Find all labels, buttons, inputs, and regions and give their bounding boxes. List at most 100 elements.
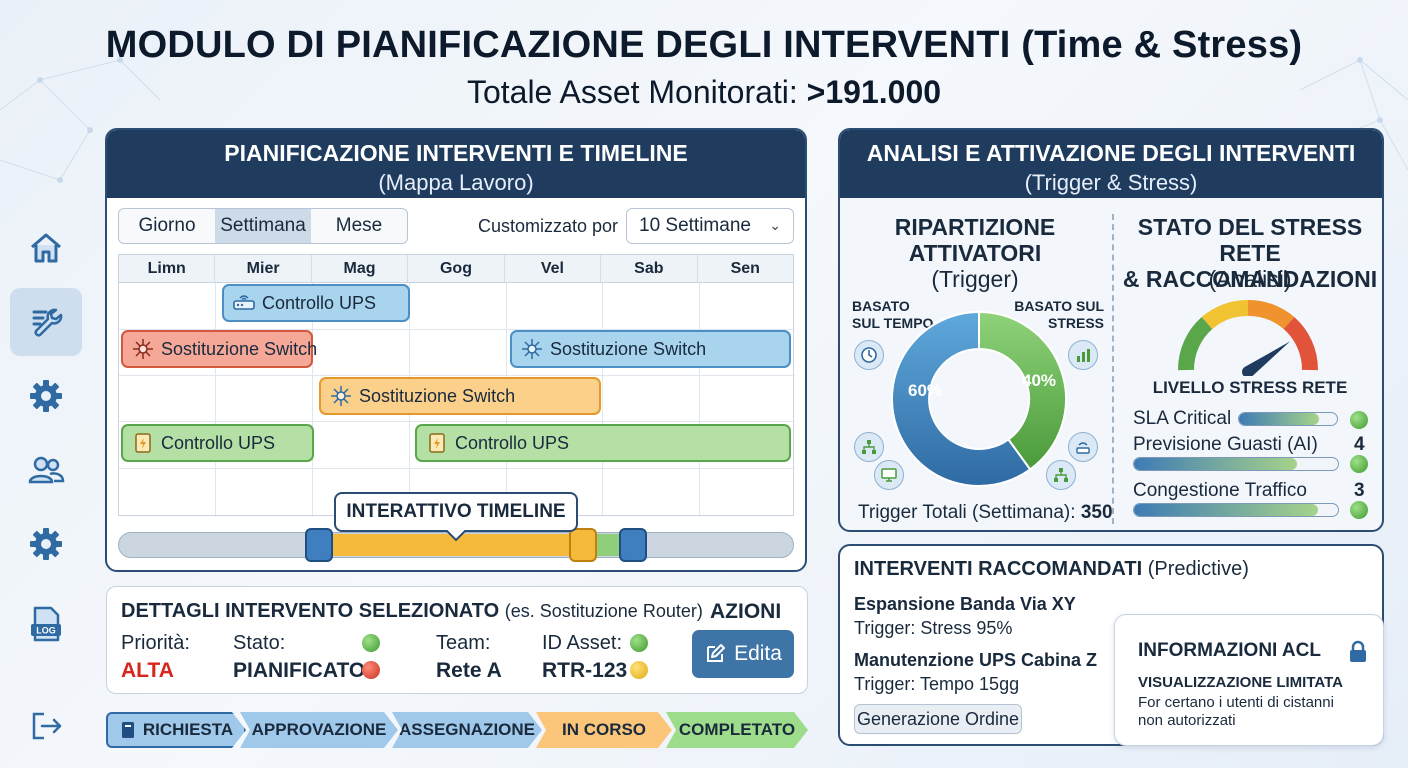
network-icon	[1046, 460, 1076, 490]
day-header: Gog	[408, 255, 505, 282]
gauge-segment-red	[1283, 317, 1319, 371]
notebook-icon	[119, 721, 137, 739]
clock-icon	[854, 340, 884, 370]
planning-panel-header: PIANIFICAZIONE INTERVENTI E TIMELINE (Ma…	[107, 130, 805, 198]
task-controllo-ups-2[interactable]: Controllo UPS	[121, 424, 314, 462]
workflow-step-label: RICHIESTA	[142, 720, 234, 739]
timeline-handle-start[interactable]	[305, 528, 333, 562]
analysis-title: ANALISI E ATTIVAZIONE DEGLI INTERVENTI	[866, 140, 1356, 166]
acl-text-line2: non autorizzati	[1138, 712, 1236, 729]
workflow-step-label: COMPLETATO	[678, 720, 796, 739]
edit-icon	[707, 644, 726, 662]
task-sostituzione-switch-2[interactable]: Sostituzione Switch	[510, 330, 791, 368]
view-month-tab[interactable]: Mese	[311, 209, 407, 243]
gear-icon	[30, 380, 62, 412]
triggers-title-line2: ATTIVATORI	[908, 240, 1042, 266]
gauge-segment-yellow	[1201, 300, 1249, 330]
workflow-step-completato[interactable]: COMPLETATO	[666, 712, 808, 748]
network-switch-icon	[331, 386, 351, 406]
view-selector: Giorno Settimana Mese	[118, 208, 408, 244]
workflow-step-approvazione[interactable]: APPROVAZIONE	[240, 712, 398, 748]
workflow-step-label: IN CORSO	[561, 720, 647, 739]
task-controllo-ups-3[interactable]: Controllo UPS	[415, 424, 791, 462]
chevron-down-icon: ⌄	[769, 217, 781, 233]
sidebar-item-users[interactable]	[10, 436, 82, 504]
status-dot-green	[362, 634, 380, 652]
sidebar-item-home[interactable]	[10, 214, 82, 282]
metric-bar-fill	[1134, 504, 1318, 516]
task-sostituzione-switch-3[interactable]: Sostituzione Switch	[319, 377, 601, 415]
trigger-total-value: 350	[1080, 502, 1113, 523]
gauge-segment-orange	[1247, 300, 1295, 330]
generate-order-label: Generazione Ordine	[856, 708, 1020, 729]
metric-label: Previsione Guasti (AI)	[1133, 434, 1318, 455]
task-label: Sostituzione Switch	[550, 338, 707, 359]
task-sostituzione-switch-1[interactable]: Sostituzione Switch	[121, 330, 317, 368]
stress-gauge	[1177, 300, 1319, 376]
details-title: DETTAGLI INTERVENTO SELEZIONATO	[121, 600, 500, 622]
view-week-tab[interactable]: Settimana	[215, 209, 311, 243]
workflow-step-label: APPROVAZIONE	[251, 720, 387, 739]
grid-line	[119, 375, 795, 376]
planning-title: PIANIFICAZIONE INTERVENTI E TIMELINE	[224, 140, 688, 166]
details-title-example: (es. Sostituzione Router)	[504, 601, 703, 621]
log-label: LOG	[36, 626, 56, 636]
sidebar-item-logout[interactable]	[10, 692, 82, 760]
network-icon	[854, 432, 884, 462]
network-switch-icon	[133, 339, 153, 359]
timeline-handle-current[interactable]	[569, 528, 597, 562]
recommendation-name[interactable]: Espansione Banda Via XY	[854, 594, 1076, 615]
grid-line	[119, 468, 795, 469]
metric-status-dot	[1350, 501, 1368, 519]
donut-time-percent: 60%	[908, 381, 942, 400]
stress-title-line1: STATO DEL STRESS RETE	[1137, 214, 1363, 266]
workflow-step-label: ASSEGNAZIONE	[398, 720, 536, 739]
day-header: Limn	[119, 255, 216, 282]
gear-icon	[30, 528, 62, 560]
workflow-step-assegnazione[interactable]: ASSEGNAZIONE	[392, 712, 542, 748]
metric-bar	[1133, 503, 1339, 517]
donut-stress-percent: 40%	[1022, 371, 1056, 390]
gauge-label: LIVELLO STRESS RETE	[1152, 378, 1348, 397]
details-title-row: DETTAGLI INTERVENTO SELEZIONATO (es. Sos…	[121, 600, 703, 623]
trigger-total-label: Trigger Totali (Settimana):	[858, 502, 1076, 523]
workflow-step-richiesta[interactable]: RICHIESTA	[106, 712, 246, 748]
monitor-icon	[874, 460, 904, 490]
sidebar-item-settings-2[interactable]	[10, 510, 82, 578]
workflow-step-in-corso[interactable]: IN CORSO	[536, 712, 672, 748]
metric-value: 3	[1354, 480, 1365, 501]
sidebar-item-tools[interactable]	[10, 288, 82, 356]
generate-order-button[interactable]: Generazione Ordine	[854, 704, 1022, 734]
priority-label: Priorità:	[121, 632, 190, 654]
priority-value: ALTA	[121, 659, 174, 682]
acl-title: INFORMAZIONI ACL	[1138, 640, 1321, 661]
edit-button[interactable]: Edita	[692, 630, 794, 678]
range-dropdown-value: 10 Settimane	[639, 215, 751, 236]
acl-text-line1: For certano i utenti di cistanni	[1138, 694, 1334, 711]
sidebar-item-log[interactable]: LOG	[10, 590, 82, 658]
grid-line	[699, 283, 700, 517]
view-day-tab[interactable]: Giorno	[119, 209, 215, 243]
timeline-label-pointer	[445, 530, 467, 542]
recommended-title-row: INTERVENTI RACCOMANDATI (Predictive)	[854, 558, 1249, 581]
task-label: Controllo UPS	[262, 292, 377, 313]
task-controllo-ups-1[interactable]: Controllo UPS	[222, 284, 410, 322]
task-label: Controllo UPS	[161, 432, 276, 453]
sidebar-item-settings[interactable]	[10, 362, 82, 430]
page-subtitle: Totale Asset Monitorati: >191.000	[0, 74, 1408, 111]
task-label: Controllo UPS	[455, 432, 570, 453]
status-dot-red	[362, 661, 380, 679]
day-header: Mag	[312, 255, 409, 282]
timeline-handle-end[interactable]	[619, 528, 647, 562]
log-file-icon: LOG	[31, 606, 61, 642]
edit-button-label: Edita	[734, 642, 782, 665]
metric-bar	[1238, 412, 1338, 426]
recommendation-name[interactable]: Manutenzione UPS Cabina Z	[854, 650, 1097, 671]
range-dropdown[interactable]: 10 Settimane ⌄	[626, 208, 794, 244]
day-header: Sab	[601, 255, 698, 282]
planning-subtitle: (Mappa Lavoro)	[378, 170, 534, 195]
metric-label: Congestione Traffico	[1133, 480, 1307, 501]
custom-range-label: Customizzato por	[478, 216, 619, 236]
recommendation-trigger: Trigger: Tempo 15gg	[854, 674, 1020, 694]
metric-bar-fill	[1239, 413, 1320, 425]
